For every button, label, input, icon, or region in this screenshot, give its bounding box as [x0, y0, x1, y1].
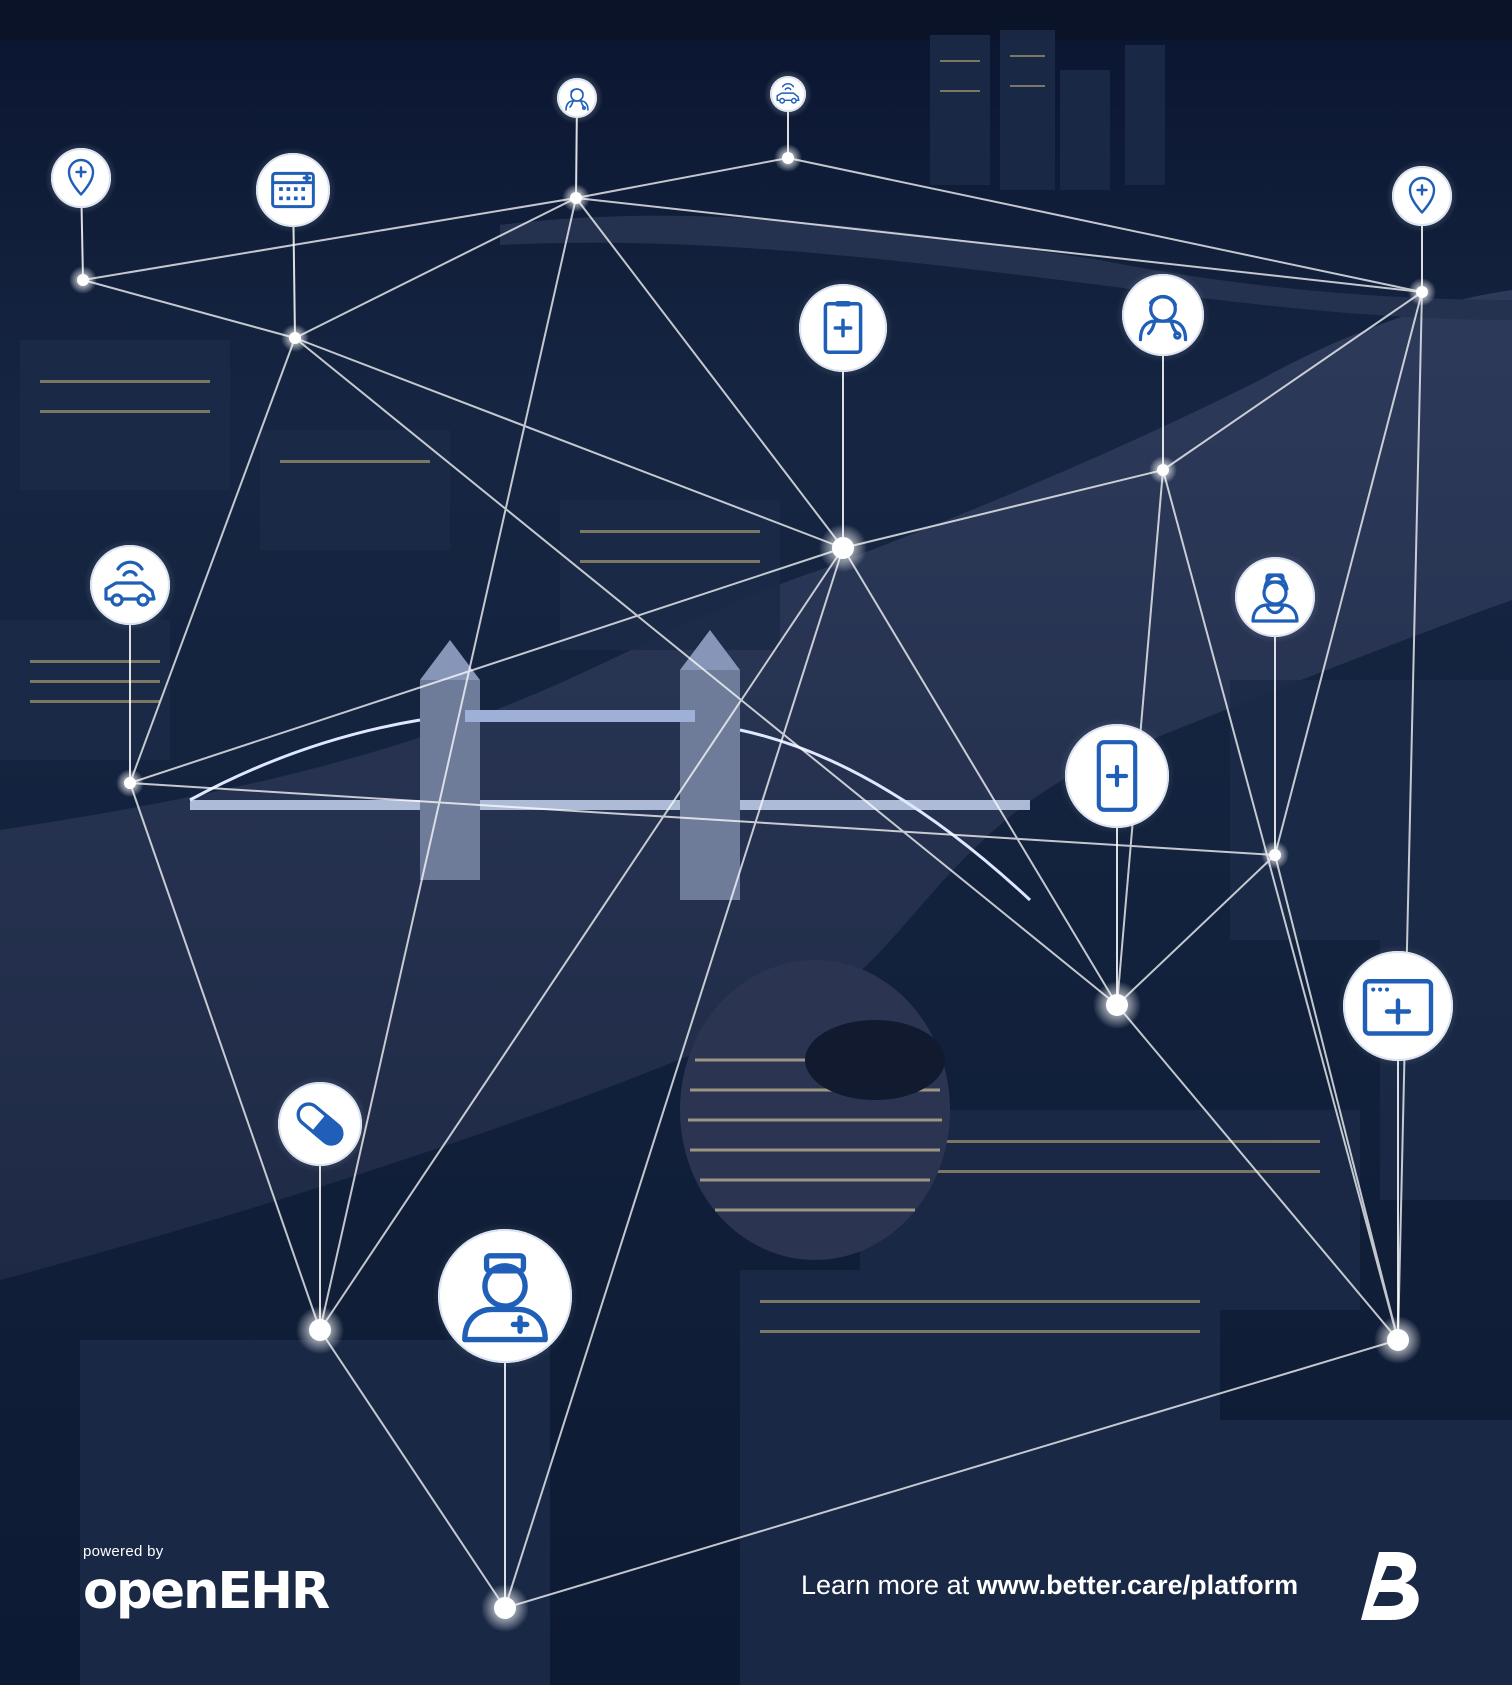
junction-dot — [296, 1306, 344, 1354]
junction-dot — [1374, 1316, 1422, 1364]
learn-more-url[interactable]: www.better.care/platform — [977, 1570, 1299, 1600]
node-bubble[interactable] — [1337, 945, 1459, 1067]
junction-dot — [819, 524, 867, 572]
junction-dot — [774, 144, 802, 172]
node-bubble[interactable] — [250, 147, 336, 233]
junction-dot — [1093, 981, 1141, 1029]
node-bubble[interactable] — [1229, 551, 1321, 643]
city-background — [0, 0, 1512, 1685]
junction-dot — [116, 769, 144, 797]
node-bubble[interactable] — [1059, 718, 1175, 834]
node-bubble[interactable] — [1386, 160, 1458, 232]
powered-by-label: powered by — [83, 1543, 164, 1560]
junction-dot — [1261, 841, 1289, 869]
junction-dot — [481, 1584, 529, 1632]
node-bubble[interactable] — [793, 278, 893, 378]
junction-dot — [1408, 278, 1436, 306]
openehr-logo[interactable]: openEHR — [83, 1566, 330, 1617]
node-bubble[interactable] — [45, 142, 117, 214]
node-bubble[interactable] — [551, 72, 603, 124]
better-logo-icon[interactable] — [1361, 1552, 1423, 1620]
node-bubble[interactable] — [1116, 268, 1210, 362]
node-bubble[interactable] — [764, 70, 812, 118]
powered-by-block: powered by openEHR — [83, 1543, 330, 1617]
junction-dot — [1149, 456, 1177, 484]
city-hall — [680, 960, 950, 1260]
junction-dot — [281, 324, 309, 352]
junction-dot — [69, 266, 97, 294]
learn-more-link[interactable]: Learn more at www.better.care/platform — [801, 1570, 1298, 1601]
junction-dot — [562, 184, 590, 212]
learn-more-prefix: Learn more at — [801, 1570, 977, 1600]
network-illustration — [0, 0, 1512, 1685]
node-bubble[interactable] — [272, 1076, 368, 1172]
node-bubble[interactable] — [84, 539, 176, 631]
node-bubble[interactable] — [432, 1223, 578, 1369]
